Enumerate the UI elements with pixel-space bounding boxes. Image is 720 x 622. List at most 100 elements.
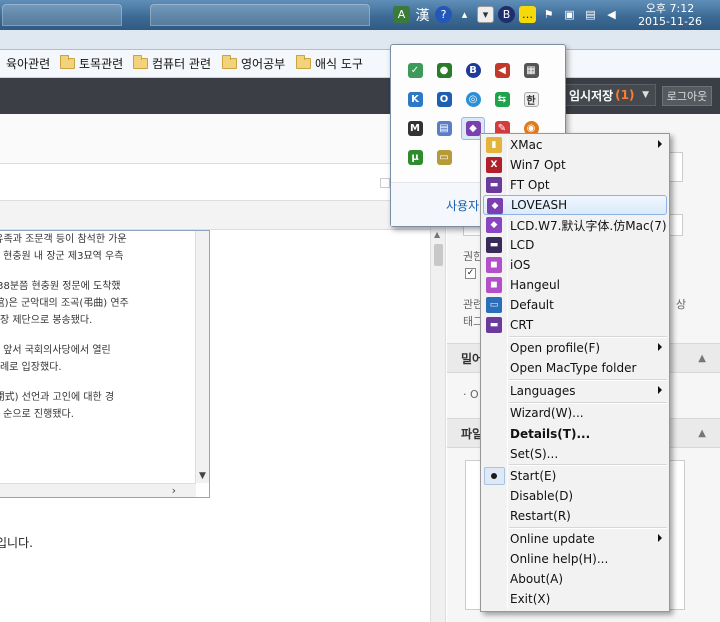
scroll-thumb[interactable] bbox=[434, 244, 443, 266]
chevron-down-icon: ▼ bbox=[642, 90, 649, 100]
browser-tab[interactable] bbox=[2, 4, 122, 26]
menu-item-online-help[interactable]: Online help(H)... bbox=[483, 549, 667, 569]
menu-item-hangeul[interactable]: ◼ Hangeul bbox=[483, 275, 667, 295]
scroll-down-icon[interactable]: ▼ bbox=[199, 471, 206, 481]
menu-item-default[interactable]: ▭ Default bbox=[483, 295, 667, 315]
folder-icon bbox=[133, 55, 148, 69]
mactype-icon: ◆ bbox=[487, 198, 503, 214]
editor-vertical-scrollbar[interactable]: ▼ bbox=[195, 231, 209, 483]
monitor-icon[interactable]: M bbox=[403, 117, 427, 140]
menu-item-crt[interactable]: ▬ CRT bbox=[483, 315, 667, 335]
radio-dot-icon bbox=[491, 473, 497, 479]
menu-item-set[interactable]: Set(S)... bbox=[483, 444, 667, 464]
document-icon[interactable]: ▤ bbox=[432, 117, 456, 140]
monitor-icon: ▭ bbox=[486, 297, 502, 313]
profile-icon: ▬ bbox=[486, 177, 502, 193]
chat-icon[interactable]: … bbox=[519, 6, 536, 23]
ime-a-icon[interactable]: A bbox=[393, 6, 410, 23]
article-editor[interactable]: 50분쯤 유족과 조문객 등이 참석한 가운 을 마치고 현충원 내 장군 제3… bbox=[0, 230, 210, 498]
tool-icon[interactable]: K bbox=[403, 88, 427, 111]
menu-item-languages[interactable]: Languages bbox=[483, 381, 667, 401]
bookmark-folder[interactable]: 영어공부 bbox=[222, 55, 285, 72]
panel-text: 상 bbox=[676, 298, 687, 311]
submenu-arrow-icon bbox=[658, 343, 662, 351]
outlook-icon[interactable]: O bbox=[432, 88, 456, 111]
clock[interactable]: 오후 7:12 2015-11-26 bbox=[638, 2, 702, 28]
folder-icon bbox=[222, 55, 237, 69]
article-text[interactable]: 50분쯤 유족과 조문객 등이 참석한 가운 을 마치고 현충원 내 장군 제3… bbox=[0, 231, 196, 481]
logout-button[interactable]: 로그아웃 bbox=[662, 86, 712, 106]
checkbox[interactable] bbox=[380, 178, 390, 188]
folder-icon bbox=[60, 55, 75, 69]
menu-icon[interactable]: ▾ bbox=[477, 6, 494, 23]
submenu-arrow-icon bbox=[658, 386, 662, 394]
browser-toolbar bbox=[0, 30, 720, 50]
menu-item-online-update[interactable]: Online update bbox=[483, 529, 667, 549]
folder-icon bbox=[296, 55, 311, 69]
bookmark-folder[interactable]: 토목관련 bbox=[60, 55, 123, 72]
menu-item-loveash[interactable]: ◆ LOVEASH bbox=[483, 195, 667, 215]
menu-item-open-profile[interactable]: Open profile(F) bbox=[483, 338, 667, 358]
mactype-context-menu: ▮ XMac X Win7 Opt ▬ FT Opt ◆ LOVEASH ◆ L… bbox=[480, 133, 670, 612]
menu-item-lcd-w7[interactable]: ◆ LCD.W7.默认字体.仿Mac(7) bbox=[483, 215, 667, 235]
clock-date: 2015-11-26 bbox=[638, 15, 702, 28]
device-icon[interactable]: ▦ bbox=[519, 59, 543, 82]
scroll-up-icon[interactable]: ▲ bbox=[434, 230, 440, 239]
profile-x-icon: X bbox=[486, 157, 502, 173]
crt-icon: ▬ bbox=[486, 317, 502, 333]
page-text: 입니다. bbox=[0, 536, 33, 550]
menu-item-lcd[interactable]: ▬ LCD bbox=[483, 235, 667, 255]
sync-icon[interactable]: ◎ bbox=[461, 88, 485, 111]
program-icon[interactable]: ✓ bbox=[403, 59, 427, 82]
editor-toolbar-secondary bbox=[0, 200, 430, 230]
torrent-icon[interactable]: μ bbox=[403, 146, 427, 169]
editor-horizontal-scrollbar[interactable]: › bbox=[0, 483, 196, 497]
menu-item-details[interactable]: Details(T)... bbox=[483, 424, 667, 444]
profile-icon: ◼ bbox=[486, 277, 502, 293]
lcd-icon: ▬ bbox=[486, 237, 502, 253]
menu-item-ios[interactable]: ◼ iOS bbox=[483, 255, 667, 275]
security-icon[interactable]: ● bbox=[432, 59, 456, 82]
transfer-icon[interactable]: ⇆ bbox=[490, 88, 514, 111]
ime-toggle-icon[interactable]: ▴ bbox=[456, 6, 473, 23]
submenu-arrow-icon bbox=[658, 534, 662, 542]
menu-item-xmac[interactable]: ▮ XMac bbox=[483, 135, 667, 155]
printer-icon[interactable]: ▭ bbox=[432, 146, 456, 169]
taskbar: A 漢 ? ▴ ▾ B … ⚑ ▣ ▤ ◀ 오후 7:12 2015-11-26 bbox=[0, 0, 720, 30]
temp-save-button[interactable]: 임시저장 (1) ▼ bbox=[562, 84, 656, 106]
bluetooth-icon[interactable]: B bbox=[498, 6, 515, 23]
action-flag-icon[interactable]: ⚑ bbox=[540, 6, 557, 23]
volume-icon[interactable]: ◀ bbox=[490, 59, 514, 82]
menu-item-open-folder[interactable]: Open MacType folder bbox=[483, 358, 667, 378]
clock-time: 오후 7:12 bbox=[645, 2, 695, 15]
hangul-icon[interactable]: 한 bbox=[519, 88, 543, 111]
menu-item-win7-opt[interactable]: X Win7 Opt bbox=[483, 155, 667, 175]
chevron-up-icon: ▲ bbox=[698, 352, 706, 364]
menu-item-exit[interactable]: Exit(X) bbox=[483, 589, 667, 609]
panel-row: · O bbox=[463, 388, 479, 401]
browser-tab[interactable] bbox=[150, 4, 370, 26]
hanja-icon[interactable]: 漢 bbox=[414, 6, 431, 24]
bluetooth-icon[interactable]: B bbox=[461, 59, 485, 82]
help-icon[interactable]: ? bbox=[435, 6, 452, 23]
menu-item-ft-opt[interactable]: ▬ FT Opt bbox=[483, 175, 667, 195]
menu-item-wizard[interactable]: Wizard(W)... bbox=[483, 403, 667, 423]
menu-item-start[interactable]: Start(E) bbox=[483, 466, 667, 486]
menu-item-restart[interactable]: Restart(R) bbox=[483, 506, 667, 526]
chevron-up-icon: ▲ bbox=[698, 427, 706, 439]
volume-icon[interactable]: ◀ bbox=[603, 6, 620, 23]
menu-item-about[interactable]: About(A) bbox=[483, 569, 667, 589]
network-icon[interactable]: ▤ bbox=[582, 6, 599, 23]
bookmark-folder[interactable]: 육아관련 bbox=[6, 55, 50, 72]
scroll-right-icon[interactable]: › bbox=[172, 484, 176, 497]
editor-toolbar bbox=[0, 114, 430, 164]
system-tray: A 漢 ? ▴ ▾ B … ⚑ ▣ ▤ ◀ bbox=[393, 6, 620, 24]
profile-icon: ◼ bbox=[486, 257, 502, 273]
device-icon[interactable]: ▣ bbox=[561, 6, 578, 23]
bookmark-folder[interactable]: 애식 도구 bbox=[296, 55, 363, 72]
folder-icon: ▮ bbox=[486, 137, 502, 153]
submenu-arrow-icon bbox=[658, 140, 662, 148]
permission-checkbox[interactable]: ✓ bbox=[465, 268, 476, 279]
menu-item-disable[interactable]: Disable(D) bbox=[483, 486, 667, 506]
bookmark-folder[interactable]: 컴퓨터 관련 bbox=[133, 55, 211, 72]
